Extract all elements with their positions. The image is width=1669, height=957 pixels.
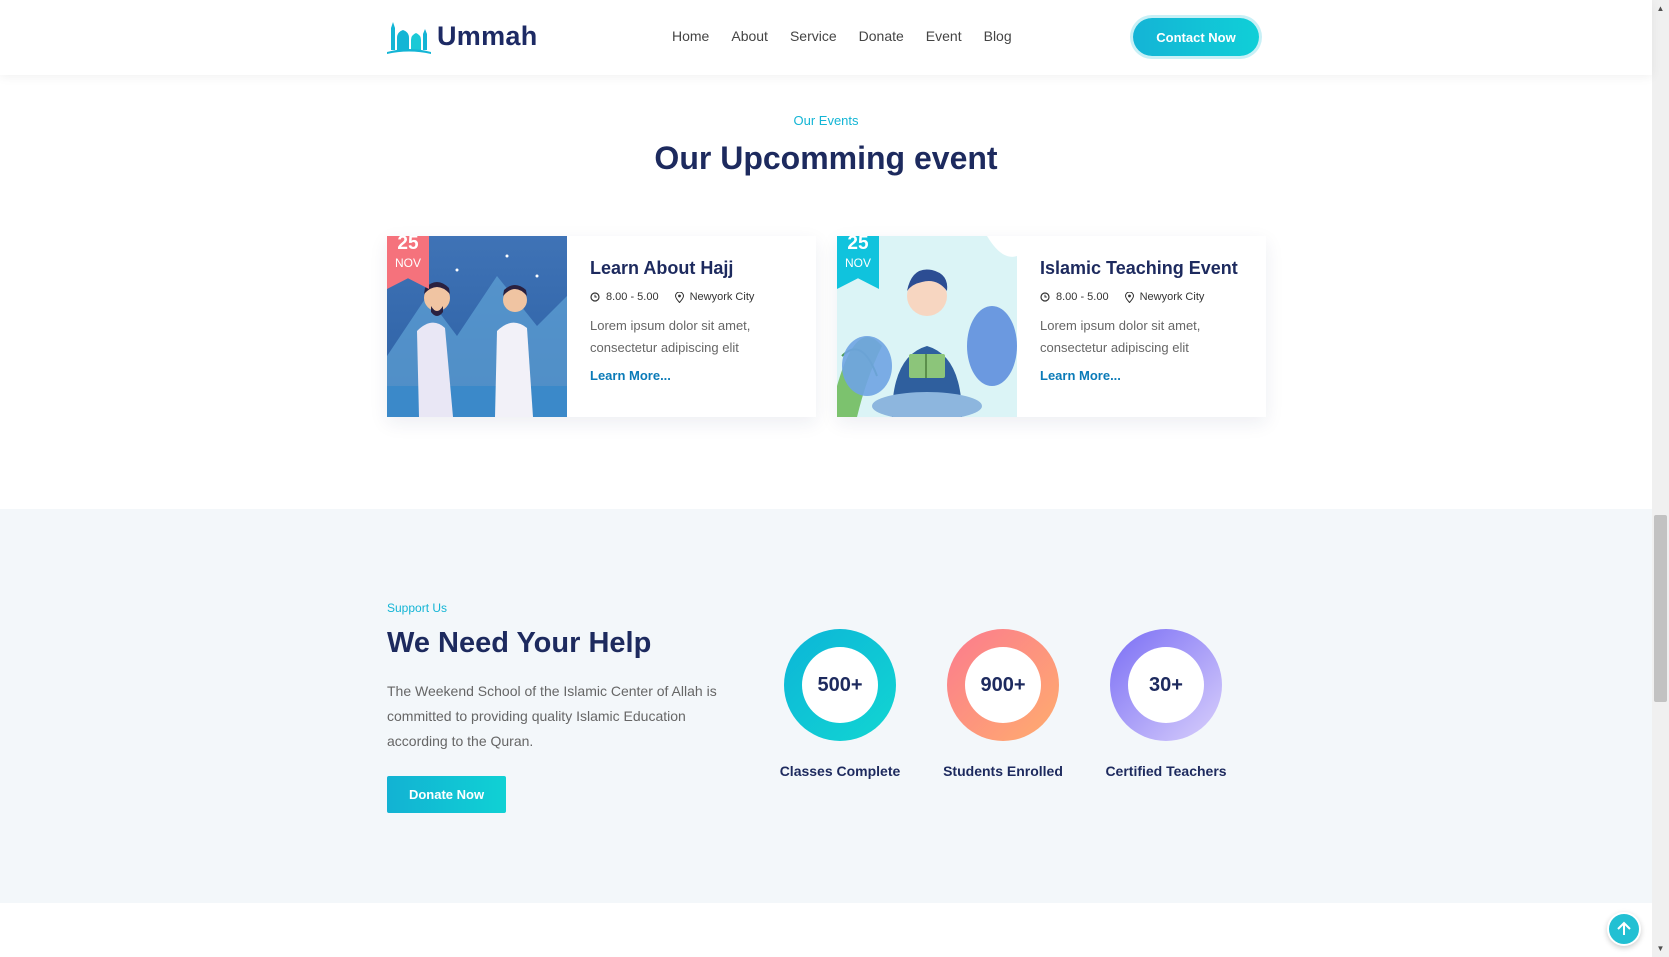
stat-value: 500+ [802, 647, 878, 723]
stat-ring: 500+ [784, 629, 896, 741]
scroll-up-arrow-icon[interactable]: ▲ [1652, 0, 1669, 17]
site-header: Ummah Home About Service Donate Event Bl… [0, 0, 1652, 75]
logo[interactable]: Ummah [387, 16, 538, 56]
event-month: NOV [844, 256, 871, 270]
contact-now-button[interactable]: Contact Now [1133, 18, 1259, 56]
nav-service[interactable]: Service [790, 28, 837, 44]
event-location: Newyork City [1139, 291, 1205, 303]
support-description: The Weekend School of the Islamic Center… [387, 683, 717, 749]
nav-blog[interactable]: Blog [984, 28, 1012, 44]
stat-teachers: 30+ Certified Teachers [1096, 629, 1236, 779]
event-body: Islamic Teaching Event 8.00 - 5.00 Newyo… [1040, 258, 1250, 385]
learn-more-link[interactable]: Learn More... [590, 368, 671, 383]
stat-value: 30+ [1128, 647, 1204, 723]
event-title[interactable]: Learn About Hajj [590, 258, 800, 279]
stat-ring: 900+ [947, 629, 1059, 741]
support-section: Support Us We Need Your Help The Weekend… [0, 509, 1652, 903]
nav-home[interactable]: Home [672, 28, 709, 44]
clock-icon [590, 292, 600, 302]
event-body: Learn About Hajj 8.00 - 5.00 Newyork Cit… [590, 258, 800, 385]
back-to-top-button[interactable] [1607, 912, 1641, 946]
mosque-logo-icon [387, 22, 431, 54]
stat-label: Classes Complete [779, 763, 901, 779]
scroll-down-arrow-icon[interactable]: ▼ [1652, 940, 1669, 957]
event-meta: 8.00 - 5.00 Newyork City [1040, 291, 1250, 303]
learn-more-link[interactable]: Learn More... [1040, 368, 1121, 383]
scrollbar-thumb[interactable] [1654, 515, 1667, 702]
location-pin-icon [1124, 291, 1134, 303]
stat-label: Certified Teachers [1105, 763, 1227, 779]
donate-now-button[interactable]: Donate Now [387, 776, 506, 813]
event-location: Newyork City [689, 291, 755, 303]
quran-reader-illustration: 25 NOV [837, 236, 1017, 417]
scrollbar[interactable]: ▲ ▼ [1652, 0, 1669, 957]
event-month: NOV [394, 256, 421, 270]
event-description: Lorem ipsum dolor sit amet, consectetur … [590, 318, 751, 355]
support-subtitle: Support Us [387, 601, 448, 615]
clock-icon [1040, 292, 1050, 302]
event-card: 25 NOV Islamic Teaching Event 8.00 - 5.0… [837, 236, 1266, 417]
event-title[interactable]: Islamic Teaching Event [1040, 258, 1250, 279]
stat-classes: 500+ Classes Complete [770, 629, 910, 779]
event-day: 25 [847, 236, 869, 254]
event-time: 8.00 - 5.00 [1056, 291, 1109, 303]
event-meta: 8.00 - 5.00 Newyork City [590, 291, 800, 303]
event-description: Lorem ipsum dolor sit amet, consectetur … [1040, 318, 1201, 355]
events-title: Our Upcomming event [654, 140, 998, 176]
event-card: 25 NOV Learn About Hajj 8.00 - 5.00 Newy… [387, 236, 816, 417]
stat-label: Students Enrolled [943, 763, 1063, 779]
arrow-up-icon [1617, 921, 1631, 935]
stat-ring: 30+ [1110, 629, 1222, 741]
main-nav: Home About Service Donate Event Blog [672, 28, 1012, 44]
logo-text: Ummah [437, 20, 538, 51]
stat-students: 900+ Students Enrolled [933, 629, 1073, 779]
event-time: 8.00 - 5.00 [606, 291, 659, 303]
stat-value: 900+ [965, 647, 1041, 723]
nav-about[interactable]: About [731, 28, 768, 44]
nav-donate[interactable]: Donate [859, 28, 904, 44]
hajj-pilgrims-illustration: 25 NOV [387, 236, 567, 417]
event-day: 25 [397, 236, 419, 254]
support-title: We Need Your Help [387, 627, 652, 659]
nav-event[interactable]: Event [926, 28, 962, 44]
location-pin-icon [674, 291, 684, 303]
events-subtitle: Our Events [793, 113, 859, 128]
